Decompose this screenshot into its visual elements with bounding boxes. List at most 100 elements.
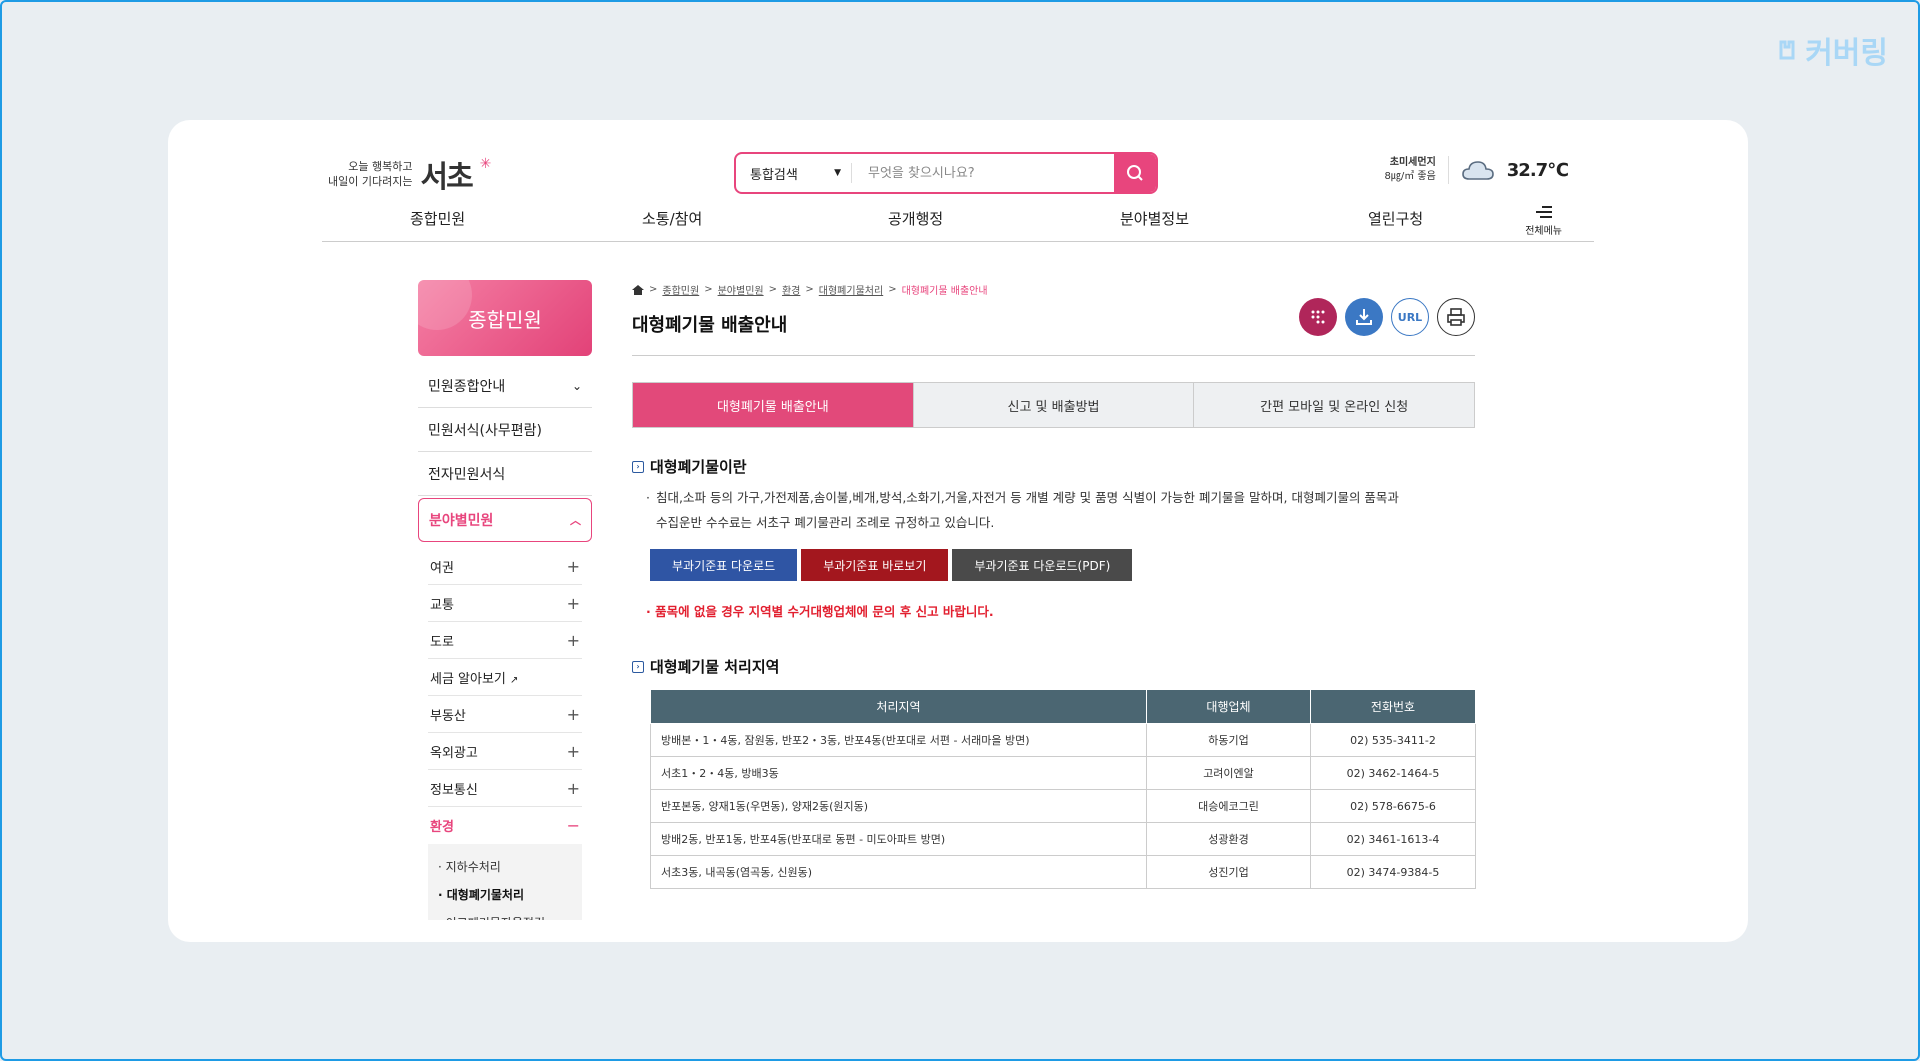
table-cell-area: 서초1・2・4동, 방배3동	[650, 756, 1147, 790]
submenu-item-environment[interactable]: 환경 −	[428, 807, 582, 844]
submenu-item-tax[interactable]: 세금 알아보기 ↗	[428, 659, 582, 696]
section-title: 대형폐기물이란	[650, 458, 747, 476]
plus-icon: +	[566, 741, 580, 761]
search-type-label: 통합검색	[750, 167, 798, 183]
sidebar-item-label: 전자민원서식	[428, 466, 506, 483]
logo-tagline-2: 내일이 기다려지는	[328, 175, 413, 188]
minus-icon: −	[566, 816, 580, 835]
areas-table: 처리지역 대행업체 전화번호 방배본・1・4동, 잠원동, 반포2・3동, 반포…	[650, 689, 1476, 889]
bullet-spacer	[646, 510, 656, 535]
submenu-item-label: 여권	[430, 560, 454, 576]
sidebar-item-field-civil[interactable]: 분야별민원 ︿	[418, 498, 592, 542]
table-row: 서초1・2・4동, 방배3동 고려이엔알 02) 3462-1464-5	[650, 756, 1476, 790]
table-row: 방배본・1・4동, 잠원동, 반포2・3동, 반포4동(반포대로 서편 - 서래…	[650, 723, 1476, 757]
all-menu-button[interactable]: 전체메뉴	[1525, 206, 1562, 237]
download-button[interactable]	[1345, 298, 1383, 336]
chevron-up-icon: ︿	[570, 514, 581, 527]
environment-info: 초미세먼지 8㎍/㎥ 좋음 32.7℃	[1384, 156, 1569, 184]
braille-button[interactable]	[1299, 298, 1337, 336]
table-cell-company: 하동기업	[1146, 723, 1311, 757]
subsubmenu-item-groundwater[interactable]: · 지하수처리	[438, 852, 572, 880]
browser-page: 오늘 행복하고 내일이 기다려지는 서초 ✳ 통합검색 ▼ 초미세먼지 8㎍/㎥…	[168, 120, 1748, 942]
warning-text: · 품목에 없을 경우 지역별 수거대행업체에 문의 후 신고 바랍니다.	[646, 604, 994, 619]
sidebar-item-label: 분야별민원	[429, 513, 494, 529]
submenu-item-road[interactable]: 도로 +	[428, 622, 582, 659]
fee-table-download-button[interactable]: 부과기준표 다운로드	[650, 549, 798, 581]
gnb-item-field-info[interactable]: 분야별정보	[1120, 208, 1189, 229]
all-menu-label: 전체메뉴	[1525, 226, 1562, 237]
table-cell-area: 서초3동, 내곡동(염곡동, 신원동)	[650, 855, 1147, 889]
menu-icon	[1535, 206, 1552, 218]
search-type-select[interactable]: 통합검색 ▼	[736, 163, 852, 183]
table-header-row: 처리지역 대행업체 전화번호	[650, 689, 1476, 724]
submenu-item-label: 옥외광고	[430, 745, 478, 761]
submenu-item-text: 세금 알아보기	[430, 671, 506, 687]
page-tools: URL	[1299, 298, 1475, 336]
plus-icon: +	[566, 556, 580, 576]
logo-name: 서초	[420, 160, 473, 195]
breadcrumb-link[interactable]: 환경	[782, 282, 800, 297]
submenu-item-real-estate[interactable]: 부동산 +	[428, 696, 582, 733]
tab-report-method[interactable]: 신고 및 배출방법	[913, 383, 1195, 427]
sidebar-submenu: 여권 + 교통 + 도로 + 세금 알아보기 ↗ 부동산 + 옥외광고 + 정보…	[428, 548, 582, 920]
plus-icon: +	[566, 630, 580, 650]
breadcrumb: > 종합민원 > 분야별민원 > 환경 > 대형폐기물처리 > 대형폐기물 배출…	[632, 282, 1475, 297]
submenu-item-passport[interactable]: 여권 +	[428, 548, 582, 585]
fee-table-pdf-button[interactable]: 부과기준표 다운로드(PDF)	[952, 549, 1133, 581]
submenu-item-outdoor-ads[interactable]: 옥외광고 +	[428, 733, 582, 770]
breadcrumb-link[interactable]: 분야별민원	[718, 282, 764, 297]
tab-mobile-online[interactable]: 간편 모바일 및 온라인 신청	[1194, 383, 1475, 427]
watermark: 커버링	[1775, 28, 1888, 72]
watermark-text: 커버링	[1805, 36, 1888, 71]
gnb-item-open-admin[interactable]: 공개행정	[888, 208, 943, 229]
tab-guide[interactable]: 대형폐기물 배출안내	[633, 383, 914, 427]
gnb-item-open-office[interactable]: 열린구청	[1368, 208, 1423, 229]
table-row: 방배2동, 반포1동, 반포4동(반포대로 동편 - 미도아파트 방면) 성광환…	[650, 822, 1476, 856]
breadcrumb-sep: >	[768, 284, 777, 295]
plus-icon: +	[566, 704, 580, 724]
sidebar-item-civil-guide[interactable]: 민원종합안내 ⌄	[418, 364, 592, 408]
submenu-item-telecom[interactable]: 정보통신 +	[428, 770, 582, 807]
sidebar-item-e-forms[interactable]: 전자민원서식	[418, 452, 592, 496]
table-cell-phone: 02) 535-3411-2	[1310, 723, 1476, 757]
submenu-item-traffic[interactable]: 교통 +	[428, 585, 582, 622]
gnb-item-communication[interactable]: 소통/참여	[642, 208, 702, 229]
plus-icon: +	[566, 593, 580, 613]
sidebar-item-civil-forms[interactable]: 민원서식(사무편람)	[418, 408, 592, 452]
url-copy-button[interactable]: URL	[1391, 298, 1429, 336]
fine-dust-info: 초미세먼지 8㎍/㎥ 좋음	[1384, 156, 1449, 184]
sidebar-title: 종합민원	[418, 280, 592, 356]
breadcrumb-link[interactable]: 대형폐기물처리	[819, 282, 883, 297]
table-cell-company: 고려이엔알	[1146, 756, 1311, 790]
search-input[interactable]	[852, 165, 1114, 181]
submenu-item-label: 교통	[430, 597, 454, 613]
title-divider	[632, 355, 1475, 356]
print-button[interactable]	[1437, 298, 1475, 336]
section-description: · 침대,소파 등의 가구,가전제품,솜이불,베개,방석,소화기,거울,자전거 …	[646, 485, 1475, 535]
logo-star-icon: ✳	[479, 156, 492, 172]
sidebar-item-label: 민원서식(사무편람)	[428, 422, 542, 439]
description-line: 수집운반 수수료는 서초구 폐기물관리 조례로 규정하고 있습니다.	[646, 510, 1475, 535]
table-cell-company: 성진기업	[1146, 855, 1311, 889]
search-button[interactable]	[1114, 154, 1156, 192]
subsubmenu-item-eco-check[interactable]: · 이코폐기물자율점검	[438, 908, 572, 921]
download-icon	[1356, 309, 1372, 325]
print-icon	[1447, 308, 1465, 326]
description-text-2: 수집운반 수수료는 서초구 폐기물관리 조례로 규정하고 있습니다.	[656, 515, 995, 530]
column-header: 전화번호	[1310, 689, 1476, 724]
submenu-item-label: 도로	[430, 634, 454, 650]
subsubmenu-item-large-waste[interactable]: · 대형폐기물처리	[438, 880, 572, 908]
site-logo[interactable]: 오늘 행복하고 내일이 기다려지는 서초 ✳	[328, 152, 491, 196]
table-cell-area: 방배본・1・4동, 잠원동, 반포2・3동, 반포4동(반포대로 서편 - 서래…	[650, 723, 1147, 757]
home-icon[interactable]	[632, 284, 644, 295]
section-heading: › 대형폐기물이란	[632, 456, 1475, 477]
bullet-dot: ·	[646, 490, 650, 505]
table-cell-company: 성광환경	[1146, 822, 1311, 856]
main-content: > 종합민원 > 분야별민원 > 환경 > 대형폐기물처리 > 대형폐기물 배출…	[632, 282, 1476, 889]
breadcrumb-sep: >	[649, 284, 658, 295]
gnb-item-civil[interactable]: 종합민원	[410, 208, 465, 229]
breadcrumb-link[interactable]: 종합민원	[662, 282, 699, 297]
section-title: 대형폐기물 처리지역	[650, 658, 780, 676]
fee-table-view-button[interactable]: 부과기준표 바로보기	[801, 549, 949, 581]
sidebar: 종합민원 민원종합안내 ⌄ 민원서식(사무편람) 전자민원서식 분야별민원 ︿ …	[418, 280, 592, 920]
